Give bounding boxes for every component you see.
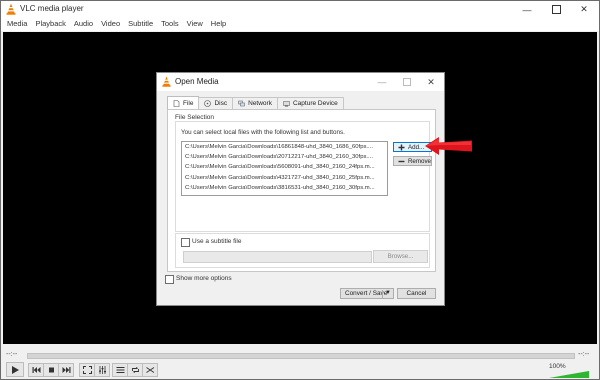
- tab-disc-label: Disc: [214, 100, 228, 107]
- close-icon: ✕: [427, 76, 435, 87]
- menu-subtitle[interactable]: Subtitle: [124, 18, 157, 31]
- file-selection-title: File Selection: [175, 114, 215, 121]
- dialog-title: Open Media: [175, 77, 219, 86]
- open-media-dialog: Open Media — ✕ File Disc Network Capture…: [156, 72, 445, 306]
- capture-device-icon: [283, 101, 290, 107]
- loop-button[interactable]: [127, 363, 143, 377]
- stop-button[interactable]: [43, 363, 59, 377]
- dialog-minimize-button[interactable]: —: [370, 73, 394, 91]
- remove-button[interactable]: Remove: [393, 156, 432, 166]
- maximize-button[interactable]: [542, 1, 570, 18]
- play-button[interactable]: [6, 362, 24, 377]
- show-more-checkbox[interactable]: [165, 275, 174, 284]
- menu-media[interactable]: Media: [1, 18, 31, 31]
- file-list-item[interactable]: C:\Users\Melvin Garcia\Downloads\3816531…: [182, 183, 387, 193]
- vlc-cone-icon: [162, 76, 171, 87]
- previous-icon: [32, 367, 40, 373]
- fullscreen-button[interactable]: [79, 363, 95, 377]
- maximize-icon: [403, 78, 411, 86]
- next-icon: [62, 367, 70, 373]
- dialog-title-bar: Open Media — ✕: [157, 73, 444, 91]
- subtitle-group: Use a subtitle file Browse...: [175, 233, 430, 268]
- dialog-close-button[interactable]: ✕: [419, 73, 443, 91]
- file-selection-group: You can select local files with the foll…: [175, 121, 432, 232]
- time-total: --:--: [578, 351, 590, 358]
- tab-file-label: File: [183, 99, 194, 107]
- previous-button[interactable]: [28, 363, 44, 377]
- chevron-down-icon[interactable]: ▼: [385, 290, 391, 296]
- next-button[interactable]: [58, 363, 74, 377]
- show-more-label: Show more options: [176, 275, 232, 282]
- time-elapsed: --:--: [6, 351, 18, 358]
- remove-button-label: Remove: [407, 157, 431, 165]
- close-button[interactable]: ✕: [570, 1, 598, 18]
- add-button-label: Add...: [408, 143, 425, 151]
- minus-icon: [398, 160, 405, 162]
- minimize-icon: —: [377, 77, 387, 87]
- browse-button[interactable]: Browse...: [373, 250, 428, 263]
- disc-icon: [204, 100, 212, 107]
- seek-bar[interactable]: [27, 353, 575, 359]
- player-controls: --:-- --:-- 100%: [1, 345, 599, 379]
- network-icon: [238, 100, 245, 107]
- tab-capture-device-label: Capture Device: [292, 100, 338, 107]
- tab-capture-device[interactable]: Capture Device: [276, 97, 344, 109]
- menu-help[interactable]: Help: [207, 18, 230, 31]
- title-bar: VLC media player — ✕: [1, 1, 599, 18]
- convert-save-button[interactable]: Convert / Save ▼: [340, 288, 394, 299]
- file-icon: [173, 99, 180, 107]
- extended-settings-button[interactable]: [94, 363, 110, 377]
- menu-playback[interactable]: Playback: [31, 18, 69, 31]
- volume-slider[interactable]: [549, 371, 589, 378]
- play-icon: [11, 365, 19, 374]
- dialog-tabs: File Disc Network Capture Device: [167, 96, 344, 109]
- stop-icon: [48, 367, 54, 373]
- file-list-item[interactable]: C:\Users\Melvin Garcia\Downloads\5608091…: [182, 162, 387, 172]
- loop-icon: [131, 366, 139, 374]
- convert-save-label: Convert / Save: [345, 290, 388, 297]
- menu-audio[interactable]: Audio: [70, 18, 97, 31]
- maximize-icon: [551, 5, 561, 14]
- volume-percent: 100%: [549, 363, 566, 370]
- shuffle-button[interactable]: [142, 363, 158, 377]
- shuffle-icon: [145, 367, 154, 373]
- tab-file[interactable]: File: [167, 96, 200, 109]
- file-list-item[interactable]: C:\Users\Melvin Garcia\Downloads\1686184…: [182, 142, 387, 152]
- tab-network-label: Network: [248, 100, 272, 107]
- minimize-button[interactable]: —: [513, 1, 541, 18]
- equalizer-icon: [98, 366, 106, 374]
- menu-tools[interactable]: Tools: [157, 18, 183, 31]
- subtitle-path-input[interactable]: [183, 251, 372, 263]
- dialog-maximize-button[interactable]: [395, 73, 419, 91]
- file-tab-panel: File Selection You can select local file…: [167, 109, 436, 272]
- tab-network[interactable]: Network: [232, 97, 278, 109]
- plus-icon: [398, 144, 405, 150]
- playlist-button[interactable]: [112, 363, 128, 377]
- menu-view[interactable]: View: [183, 18, 207, 31]
- file-selection-description: You can select local files with the foll…: [181, 129, 345, 136]
- subtitle-checkbox-label: Use a subtitle file: [192, 238, 242, 245]
- playlist-icon: [116, 367, 124, 373]
- subtitle-checkbox[interactable]: [181, 238, 190, 247]
- file-list-item[interactable]: C:\Users\Melvin Garcia\Downloads\2071221…: [182, 152, 387, 162]
- red-pointer-arrow-icon: [425, 137, 472, 155]
- file-list[interactable]: C:\Users\Melvin Garcia\Downloads\1686184…: [181, 141, 388, 196]
- window-title: VLC media player: [20, 4, 84, 13]
- menu-bar: Media Playback Audio Video Subtitle Tool…: [1, 18, 599, 31]
- vlc-cone-icon: [6, 3, 16, 15]
- menu-video[interactable]: Video: [97, 18, 124, 31]
- file-list-item[interactable]: C:\Users\Melvin Garcia\Downloads\4321727…: [182, 173, 387, 183]
- split-separator: [382, 290, 383, 298]
- cancel-button[interactable]: Cancel: [397, 288, 436, 299]
- minimize-icon: —: [522, 4, 532, 15]
- fullscreen-icon: [82, 366, 92, 374]
- tab-disc[interactable]: Disc: [198, 97, 234, 109]
- close-icon: ✕: [580, 4, 588, 14]
